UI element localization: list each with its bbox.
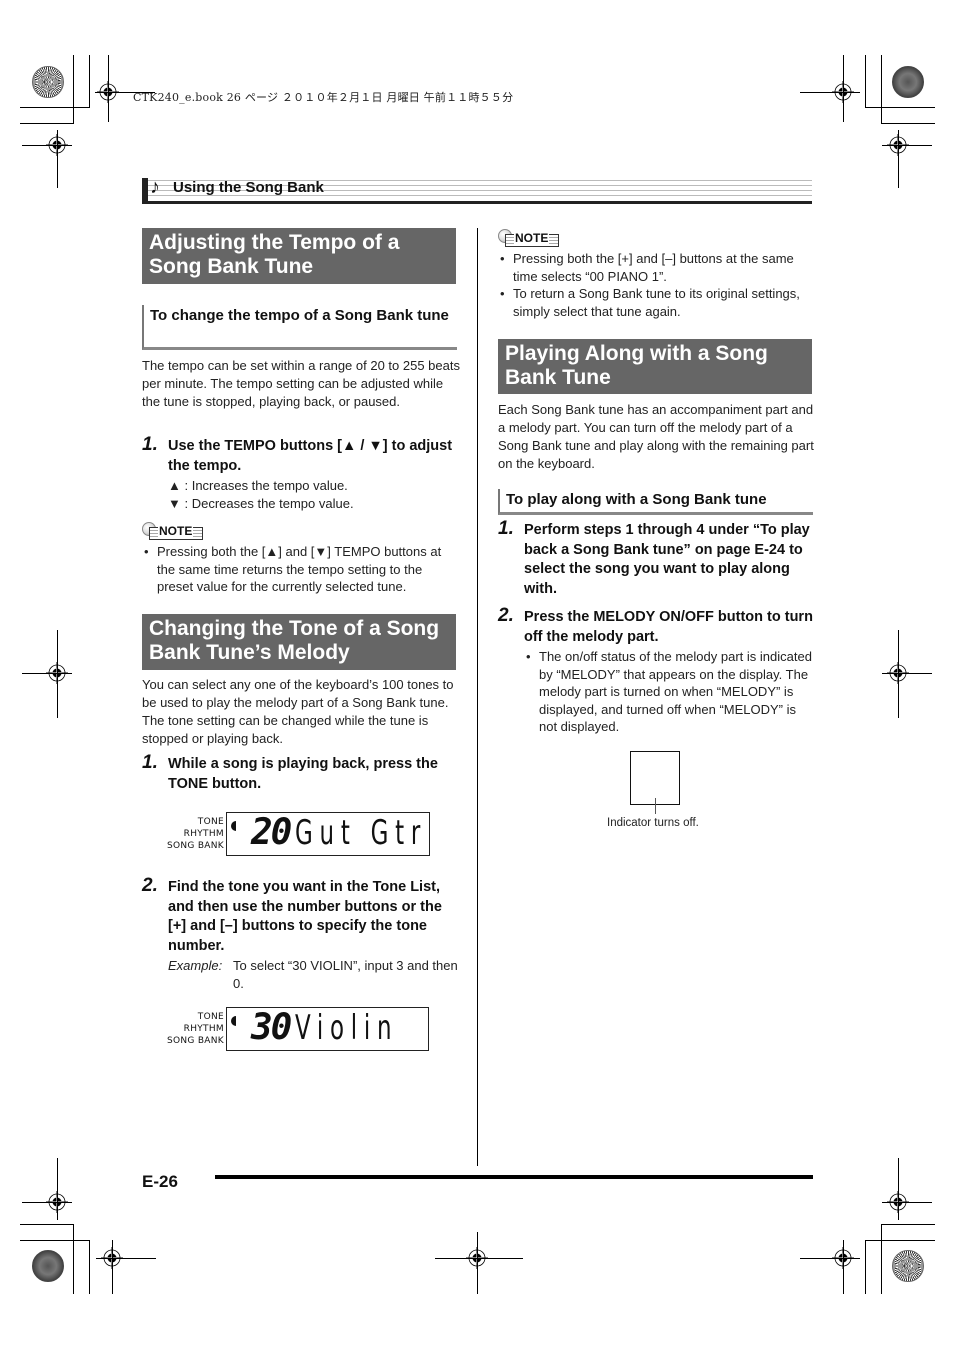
note-item: To return a Song Bank tune to its origin… — [498, 285, 814, 320]
mode-indicator-icon — [231, 1016, 236, 1026]
playalong-step-2-bullets: The on/off status of the melody part is … — [524, 648, 814, 736]
step-text: Perform steps 1 through 4 under “To play… — [524, 522, 810, 597]
column-divider — [477, 228, 478, 1166]
example-text: To select “30 VIOLIN”, input 3 and then … — [233, 958, 458, 991]
tempo-intro: The tempo can be set within a range of 2… — [142, 358, 460, 409]
crop-line — [843, 55, 844, 122]
color-rosette-icon — [32, 1250, 64, 1282]
section-title: Using the Song Bank — [173, 179, 324, 196]
note-label: NOTE — [514, 231, 550, 245]
step-number: 1. — [142, 434, 158, 455]
step-text: Press the MELODY ON/OFF button to turn o… — [524, 609, 813, 645]
melody-indicator-illustration — [630, 751, 680, 805]
note-item: Pressing both the [+] and [–] buttons at… — [498, 250, 814, 285]
crop-line — [108, 55, 109, 122]
playalong-intro: Each Song Bank tune has an accompaniment… — [498, 402, 814, 471]
step-number: 1. — [142, 752, 158, 773]
color-rosette-icon — [32, 66, 64, 98]
tempo-decrease-detail: ▼ : Decreases the tempo value. — [168, 495, 354, 511]
tempo-notes: Pressing both the [▲] and [▼] TEMPO butt… — [142, 543, 458, 596]
color-rosette-icon — [892, 1250, 924, 1282]
heading-changing-tone: Changing the Tone of a Song Bank Tune’s … — [142, 614, 456, 670]
section-banner: ♪ Using the Song Bank — [142, 176, 812, 204]
lcd-tone-name: Gut Gtr — [295, 813, 428, 853]
subhead-change-tempo: To change the tempo of a Song Bank tune — [142, 305, 457, 350]
mode-indicator-icon — [231, 821, 236, 831]
crop-line — [882, 1202, 932, 1203]
crop-line — [800, 92, 860, 93]
step-number: 2. — [498, 605, 514, 626]
page-number: E-26 — [142, 1172, 178, 1191]
crop-line — [800, 1258, 860, 1259]
crop-line — [843, 1240, 844, 1294]
crop-line — [882, 145, 932, 146]
bullet-item: The on/off status of the melody part is … — [524, 648, 814, 736]
subhead-play-along: To play along with a Song Bank tune — [498, 489, 813, 515]
tempo-step-1: 1. Use the TEMPO buttons [▲ / ▼] to adju… — [142, 435, 458, 476]
heading-playing-along: Playing Along with a Song Bank Tune — [498, 339, 812, 394]
crop-line — [898, 1158, 899, 1220]
lcd-number: 20 — [251, 812, 292, 853]
step-number: 2. — [142, 875, 158, 896]
note-badge: NOTE — [498, 229, 560, 247]
example-label: Example: — [168, 958, 223, 973]
step-text: Use the TEMPO buttons [▲ / ▼] to adjust … — [168, 438, 453, 474]
crop-line — [22, 1202, 72, 1203]
crop-line — [477, 1232, 478, 1294]
step-number: 1. — [498, 518, 514, 539]
crop-line — [435, 1258, 523, 1259]
crop-line — [57, 630, 58, 718]
tempo-increase-detail: ▲ : Increases the tempo value. — [168, 478, 348, 493]
lcd-mode-labels: TONE RHYTHM SONG BANK — [166, 1012, 224, 1046]
footer-rule — [215, 1175, 813, 1179]
crop-line — [112, 1240, 113, 1294]
tempo-step-1-details: ▲ : Increases the tempo value. ▼ : Decre… — [168, 477, 458, 512]
playalong-step-1: 1. Perform steps 1 through 4 under “To p… — [498, 519, 814, 599]
lcd-mode-labels: TONE RHYTHM SONG BANK — [166, 817, 224, 851]
crop-line — [57, 130, 58, 188]
lcd-tone-name: Violin — [295, 1008, 399, 1048]
indicator-pointer — [655, 798, 656, 814]
playalong-step-2: 2. Press the MELODY ON/OFF button to tur… — [498, 606, 814, 647]
crop-line — [22, 673, 72, 674]
tone-intro: You can select any one of the keyboard’s… — [142, 677, 454, 746]
step-text: Find the tone you want in the Tone List,… — [168, 879, 442, 954]
note-item: Pressing both the [▲] and [▼] TEMPO butt… — [142, 543, 458, 596]
note-badge: NOTE — [142, 522, 204, 540]
crop-line — [898, 130, 899, 188]
crop-line — [898, 630, 899, 718]
lcd-display-violin: TONE RHYTHM SONG BANK 30 Violin — [160, 1007, 430, 1051]
color-rosette-icon — [892, 66, 924, 98]
tone-step-1: 1. While a song is playing back, press t… — [142, 753, 458, 794]
crop-line — [22, 145, 72, 146]
heading-adjusting-tempo: Adjusting the Tempo of a Song Bank Tune — [142, 228, 456, 284]
music-note-icon: ♪ — [150, 176, 160, 198]
tone-notes: Pressing both the [+] and [–] buttons at… — [498, 250, 814, 320]
print-file-info: CTK240_e.book 26 ページ ２０１０年２月１日 月曜日 午前１１時… — [133, 91, 514, 104]
tone-step-2: 2. Find the tone you want in the Tone Li… — [142, 876, 460, 956]
lcd-number: 30 — [251, 1007, 292, 1048]
crop-line — [882, 673, 932, 674]
crop-line — [57, 1158, 58, 1220]
indicator-caption: Indicator turns off. — [607, 817, 699, 829]
lcd-display-gut-gtr: TONE RHYTHM SONG BANK 20 Gut Gtr — [160, 812, 430, 856]
note-label: NOTE — [158, 524, 194, 538]
step-text: While a song is playing back, press the … — [168, 756, 438, 792]
crop-line — [96, 1258, 156, 1259]
